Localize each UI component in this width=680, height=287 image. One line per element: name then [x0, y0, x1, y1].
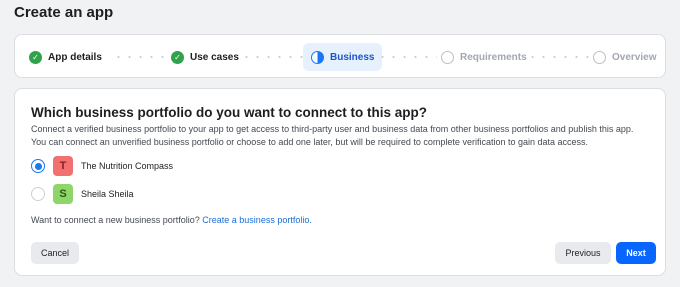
in-progress-icon	[311, 50, 324, 64]
section-description: Connect a verified business portfolio to…	[31, 123, 661, 149]
step-app-details[interactable]: ✓ App details	[29, 43, 102, 71]
portfolio-name: Sheila Sheila	[81, 189, 134, 199]
check-circle-icon: ✓	[171, 50, 184, 64]
step-use-cases[interactable]: ✓ Use cases	[171, 43, 239, 71]
section-heading: Which business portfolio do you want to …	[31, 105, 427, 120]
step-label: Requirements	[460, 51, 527, 63]
radio-button[interactable]	[31, 159, 45, 173]
radio-button[interactable]	[31, 187, 45, 201]
previous-button[interactable]: Previous	[555, 242, 611, 264]
description-line: You can connect an unverified business p…	[31, 137, 589, 147]
business-portfolio-card: Which business portfolio do you want to …	[14, 88, 666, 276]
avatar: T	[53, 156, 73, 176]
empty-circle-icon	[441, 50, 454, 64]
step-label: App details	[48, 51, 102, 63]
step-label: Overview	[612, 51, 657, 63]
empty-circle-icon	[593, 50, 606, 64]
helper-text-label: Want to connect a new business portfolio…	[31, 215, 200, 225]
step-connector	[377, 56, 437, 58]
progress-stepper: ✓ App details ✓ Use cases Business Requi…	[14, 34, 666, 78]
description-line: Connect a verified business portfolio to…	[31, 124, 634, 134]
cancel-button[interactable]: Cancel	[31, 242, 79, 264]
step-requirements[interactable]: Requirements	[441, 43, 527, 71]
next-button[interactable]: Next	[616, 242, 656, 264]
step-overview[interactable]: Overview	[593, 43, 656, 71]
helper-text: Want to connect a new business portfolio…	[31, 215, 312, 225]
step-connector	[527, 56, 589, 58]
avatar: S	[53, 184, 73, 204]
portfolio-name: The Nutrition Compass	[81, 161, 174, 171]
step-connector	[241, 56, 303, 58]
portfolio-option-nutrition-compass[interactable]: T The Nutrition Compass	[31, 155, 173, 177]
step-label: Business	[330, 51, 375, 63]
step-label: Use cases	[190, 51, 239, 63]
portfolio-option-sheila-sheila[interactable]: S Sheila Sheila	[31, 183, 134, 205]
page-title: Create an app	[14, 4, 114, 21]
step-connector	[113, 56, 167, 58]
step-business[interactable]: Business	[303, 43, 383, 71]
create-business-portfolio-link[interactable]: Create a business portfolio.	[202, 215, 312, 225]
check-circle-icon: ✓	[29, 50, 42, 64]
